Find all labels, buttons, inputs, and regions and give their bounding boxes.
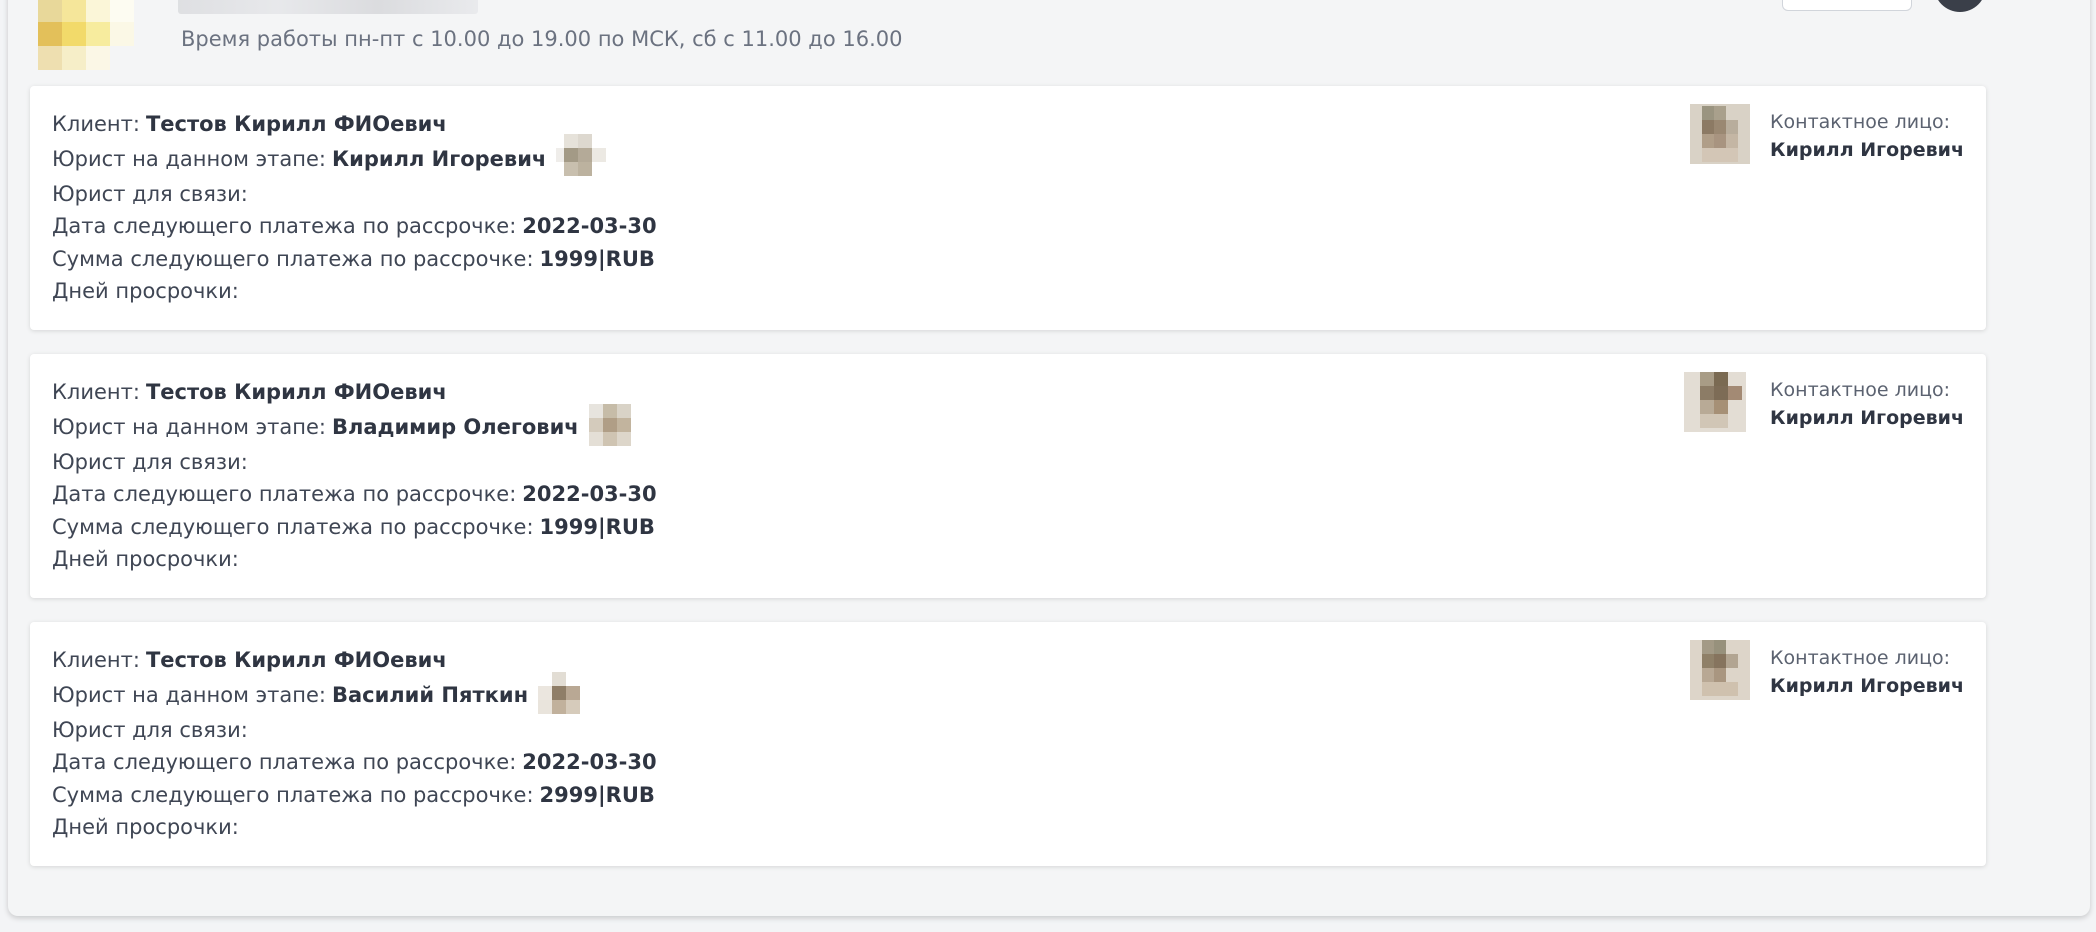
contact-person-name: Кирилл Игоревич xyxy=(1770,139,1964,161)
payment-date-label: Дата следующего платежа по рассрочке: xyxy=(52,750,517,774)
contact-lawyer-label: Юрист для связи: xyxy=(52,717,248,742)
lawyer-avatar xyxy=(556,134,607,184)
client-row: Клиент: Тестов Кирилл ФИОевич xyxy=(52,376,657,409)
payment-sum-label: Сумма следующего платежа по рассрочке: xyxy=(52,246,534,271)
payment-sum-row: Сумма следующего платежа по рассрочке: 1… xyxy=(52,511,657,544)
client-value: Тестов Кирилл ФИОевич xyxy=(145,380,447,404)
payment-date-row: Дата следующего платежа по рассрочке: 20… xyxy=(52,210,657,243)
company-logo xyxy=(30,0,145,72)
payment-sum-value: 1999|RUB xyxy=(539,514,655,539)
client-label: Клиент: xyxy=(52,380,140,404)
stage-lawyer-label: Юрист на данном этапе: xyxy=(52,414,326,439)
case-card: Клиент: Тестов Кирилл ФИОевич Юрист на д… xyxy=(30,86,1986,330)
client-label: Клиент: xyxy=(52,112,140,136)
payment-sum-value: 1999|RUB xyxy=(539,246,655,271)
blurred-company-name xyxy=(178,0,478,14)
contact-avatar xyxy=(1684,372,1752,434)
payment-sum-value: 2999|RUB xyxy=(539,782,655,807)
case-info: Клиент: Тестов Кирилл ФИОевич Юрист на д… xyxy=(52,644,657,844)
lawyer-avatar xyxy=(588,402,639,452)
contact-lawyer-label: Юрист для связи: xyxy=(52,181,248,206)
contact-lawyer-label: Юрист для связи: xyxy=(52,449,248,474)
stage-lawyer-value: Василий Пяткин xyxy=(331,682,529,707)
stage-lawyer-label: Юрист на данном этапе: xyxy=(52,146,326,171)
case-card: Клиент: Тестов Кирилл ФИОевич Юрист на д… xyxy=(30,354,1986,598)
header-button[interactable] xyxy=(1782,0,1912,11)
contact-person-name: Кирилл Игоревич xyxy=(1770,675,1964,697)
contact-lawyer-row: Юрист для связи: xyxy=(52,446,657,479)
contact-person-label: Контактное лицо: xyxy=(1770,647,1951,669)
stage-lawyer-row: Юрист на данном этапе: Василий Пяткин xyxy=(52,672,657,714)
lawyer-avatar xyxy=(538,670,588,720)
contact-person-label: Контактное лицо: xyxy=(1770,379,1951,401)
overdue-days-label: Дней просрочки: xyxy=(52,547,239,571)
overdue-days-label: Дней просрочки: xyxy=(52,815,239,839)
payment-date-label: Дата следующего платежа по рассрочке: xyxy=(52,482,517,506)
work-hours-text: Время работы пн-пт с 10.00 до 19.00 по М… xyxy=(181,27,903,51)
payment-date-value: 2022-03-30 xyxy=(522,482,657,506)
stage-lawyer-value: Владимир Олегович xyxy=(331,414,579,439)
contact-person-name: Кирилл Игоревич xyxy=(1770,407,1964,429)
client-value: Тестов Кирилл ФИОевич xyxy=(145,112,447,136)
client-label: Клиент: xyxy=(52,648,140,672)
payment-date-row: Дата следующего платежа по рассрочке: 20… xyxy=(52,746,657,779)
contact-avatar xyxy=(1690,640,1752,702)
overdue-days-row: Дней просрочки: xyxy=(52,811,657,844)
contact-person: Контактное лицо: Кирилл Игоревич xyxy=(1690,104,1964,164)
case-card: Клиент: Тестов Кирилл ФИОевич Юрист на д… xyxy=(30,622,1986,866)
payment-sum-label: Сумма следующего платежа по рассрочке: xyxy=(52,782,534,807)
contact-person: Контактное лицо: Кирилл Игоревич xyxy=(1684,372,1964,432)
payment-date-value: 2022-03-30 xyxy=(522,214,657,238)
payment-sum-row: Сумма следующего платежа по рассрочке: 2… xyxy=(52,779,657,812)
contact-person-label: Контактное лицо: xyxy=(1770,111,1951,133)
payment-date-label: Дата следующего платежа по рассрочке: xyxy=(52,214,517,238)
contact-avatar xyxy=(1690,104,1752,166)
payment-sum-row: Сумма следующего платежа по рассрочке: 1… xyxy=(52,243,657,276)
stage-lawyer-value: Кирилл Игоревич xyxy=(331,146,547,171)
contact-person: Контактное лицо: Кирилл Игоревич xyxy=(1690,640,1964,700)
payment-date-value: 2022-03-30 xyxy=(522,750,657,774)
client-value: Тестов Кирилл ФИОевич xyxy=(145,648,447,672)
stage-lawyer-row: Юрист на данном этапе: Кирилл Игоревич xyxy=(52,134,657,178)
payment-date-row: Дата следующего платежа по рассрочке: 20… xyxy=(52,478,657,511)
case-info: Клиент: Тестов Кирилл ФИОевич Юрист на д… xyxy=(52,376,657,576)
overdue-days-row: Дней просрочки: xyxy=(52,275,657,308)
stage-lawyer-label: Юрист на данном этапе: xyxy=(52,682,326,707)
payment-sum-label: Сумма следующего платежа по рассрочке: xyxy=(52,514,534,539)
stage-lawyer-row: Юрист на данном этапе: Владимир Олегович xyxy=(52,404,657,446)
case-info: Клиент: Тестов Кирилл ФИОевич Юрист на д… xyxy=(52,108,657,308)
overdue-days-label: Дней просрочки: xyxy=(52,279,239,303)
overdue-days-row: Дней просрочки: xyxy=(52,543,657,576)
